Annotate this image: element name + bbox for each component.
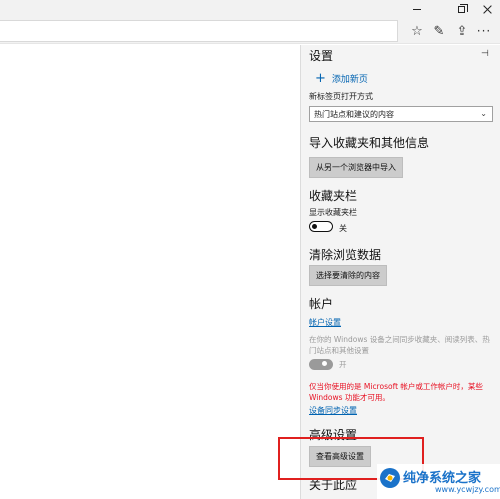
pin-icon[interactable]: ⊣ <box>481 49 489 59</box>
toggle-knob <box>322 360 327 366</box>
plus-icon: + <box>315 71 326 86</box>
add-new-page-label: 添加新页 <box>331 75 368 85</box>
pen-notes-icon[interactable]: ✎ <box>429 21 449 41</box>
close-button[interactable] <box>474 0 500 18</box>
account-settings-link[interactable]: 帐户设置 <box>309 317 341 328</box>
address-bar[interactable] <box>0 20 398 42</box>
import-button[interactable]: 从另一个浏览器中导入 <box>309 157 403 178</box>
minimize-icon <box>413 8 421 10</box>
browser-toolbar: ☆ ✎ ⇪ ··· <box>0 18 500 44</box>
toggle-knob <box>312 223 317 229</box>
watermark: 纯净系统之家 www.ycwjzy.com <box>377 464 500 499</box>
sync-description: 在你的 Windows 设备之间同步收藏夹、阅读列表、热门站点和其他设置 <box>309 335 490 355</box>
sync-toggle <box>309 359 333 370</box>
account-title: 帐户 <box>309 297 334 311</box>
chevron-down-icon: ⌄ <box>480 109 487 118</box>
maximize-button[interactable] <box>448 0 474 18</box>
title-bar <box>0 0 500 18</box>
watermark-logo-icon <box>380 468 400 488</box>
watermark-url: www.ycwjzy.com <box>435 485 500 494</box>
favbar-title: 收藏夹栏 <box>309 189 358 203</box>
watermark-brand: 纯净系统之家 <box>403 471 482 486</box>
account-warning: 仅当你使用的是 Microsoft 帐户或工作帐户时，某些 Windows 功能… <box>309 382 483 402</box>
new-tab-dropdown[interactable]: 热门站点和建议的内容 ⌄ <box>309 106 493 122</box>
page-content <box>0 45 300 499</box>
minimize-button[interactable] <box>404 0 430 18</box>
maximize-icon <box>457 3 468 13</box>
share-icon[interactable]: ⇪ <box>452 21 472 41</box>
favbar-toggle-state: 关 <box>339 224 347 233</box>
add-new-page-link[interactable]: + 添加新页 <box>315 72 368 85</box>
new-tab-label: 新标签页打开方式 <box>309 92 373 101</box>
clear-data-button[interactable]: 选择要清除的内容 <box>309 265 387 286</box>
more-icon[interactable]: ··· <box>474 21 494 41</box>
settings-title: 设置 <box>309 49 334 63</box>
settings-panel: 设置 ⊣ + 添加新页 新标签页打开方式 热门站点和建议的内容 ⌄ 导入收藏夹和… <box>300 45 500 499</box>
favbar-toggle[interactable] <box>309 221 333 232</box>
new-tab-value: 热门站点和建议的内容 <box>314 110 394 119</box>
close-icon <box>483 5 492 14</box>
device-sync-link[interactable]: 设备同步设置 <box>309 405 357 416</box>
show-favbar-label: 显示收藏夹栏 <box>309 208 357 217</box>
import-title: 导入收藏夹和其他信息 <box>309 136 430 150</box>
sync-toggle-state: 开 <box>339 360 347 369</box>
clear-data-title: 清除浏览数据 <box>309 248 382 262</box>
favorites-star-icon[interactable]: ☆ <box>407 21 427 41</box>
